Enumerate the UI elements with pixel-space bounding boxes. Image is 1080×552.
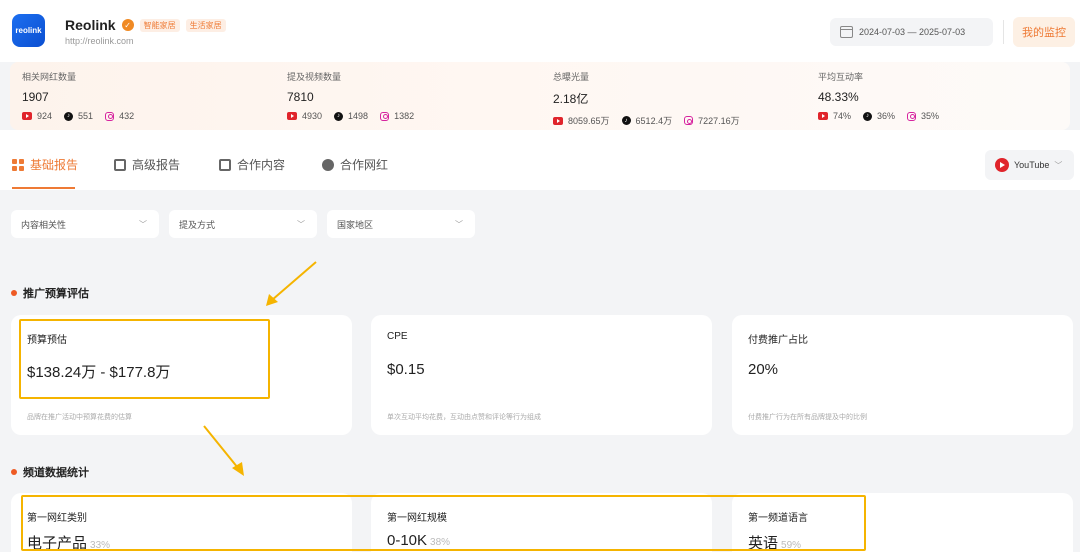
stat-label: 相关网红数量 [22,72,77,82]
tab-label: 合作内容 [237,158,286,172]
section-title-budget: 推广预算评估 [11,285,89,301]
stat-engagement: 平均互动率 48.33% 74% ♪ 36% 35% [818,70,947,121]
stat-label: 总曝光量 [553,72,590,82]
youtube-count: 74% [833,111,852,121]
section-title-channel: 频道数据统计 [11,464,89,480]
stats-panel: 相关网红数量 1907 924 ♪ 551 432 提及视频数量 7810 493… [10,62,1070,130]
card-cpe: CPE $0.15 单次互动平均花费，互动由点赞和评论等行为组成 [371,315,712,435]
youtube-icon [995,158,1009,172]
calendar-icon [840,26,853,38]
tiktok-icon: ♪ [863,111,873,121]
card-value: $0.15 [387,361,425,378]
card-desc: 付费推广行为在所有品牌提及中的比例 [748,414,867,421]
arrow-annotation-channel [203,425,244,476]
header: reolink Reolink ✓ 智能家居 生活家居 http://reoli… [0,0,1080,62]
tiktok-count: 6512.4万 [635,116,673,126]
brand-title: Reolink ✓ 智能家居 生活家居 [65,17,226,33]
chevron-down-icon: ﹀ [1054,160,1063,170]
youtube-icon [553,116,563,125]
instagram-icon [105,111,115,121]
card-desc: 单次互动平均花费，互动由点赞和评论等行为组成 [387,414,541,421]
platform-select-value: YouTube [1014,160,1050,170]
user-icon [322,158,334,171]
date-range-picker[interactable]: 2024-07-03 — 2025-07-03 [830,18,993,46]
tiktok-icon: ♪ [621,116,631,125]
content-icon [219,158,231,171]
tab-collab-influencers[interactable]: 合作网红 [322,156,388,173]
report-tabs: 基础报告 高级报告 合作内容 合作网红 YouTube ﹀ [0,130,1080,190]
filter-mention-type[interactable]: 提及方式 ﹀ [169,210,317,238]
filter-label: 国家地区 [337,219,374,230]
chevron-down-icon: ﹀ [455,219,463,229]
card-label: CPE [387,331,408,342]
card-paid-share: 付费推广占比 20% 付费推广行为在所有品牌提及中的比例 [732,315,1073,435]
tiktok-count: 36% [877,111,896,121]
date-range-text: 2024-07-03 — 2025-07-03 [859,27,966,37]
brand-name: Reolink [65,17,116,33]
stat-value: 1907 [22,90,49,104]
tiktok-icon: ♪ [334,111,344,121]
instagram-count: 1382 [394,111,415,121]
stat-platforms: 4930 ♪ 1498 1382 [287,111,422,121]
tab-label: 基础报告 [30,158,79,172]
brand-url[interactable]: http://reolink.com [65,36,134,46]
instagram-count: 7227.16万 [698,116,740,126]
youtube-count: 8059.65万 [568,116,610,126]
stat-videos: 提及视频数量 7810 4930 ♪ 1498 1382 [287,70,422,121]
instagram-count: 35% [921,111,940,121]
stat-value: 2.18亿 [553,92,589,106]
active-tab-indicator [12,187,75,189]
youtube-count: 924 [37,111,53,121]
stat-value: 7810 [287,90,314,104]
stat-label: 平均互动率 [818,72,864,82]
filter-country[interactable]: 国家地区 ﹀ [327,210,475,238]
youtube-icon [287,112,297,120]
chart-icon [114,158,126,171]
stat-influencers: 相关网红数量 1907 924 ♪ 551 432 [22,70,142,121]
instagram-count: 432 [119,111,135,121]
stat-platforms: 8059.65万 ♪ 6512.4万 7227.16万 [553,114,748,127]
card-value: 20% [748,361,779,378]
card-desc: 品牌在推广活动中预算花费的估算 [27,414,132,421]
bullet-dot [11,290,17,296]
stat-platforms: 74% ♪ 36% 35% [818,111,947,121]
youtube-count: 4930 [302,111,323,121]
highlight-box-budget [19,319,270,399]
tiktok-count: 551 [78,111,94,121]
platform-select[interactable]: YouTube ﹀ [985,150,1074,180]
youtube-icon [22,112,32,120]
verified-icon: ✓ [121,19,134,31]
tiktok-icon: ♪ [64,111,74,121]
grid-icon [12,158,24,171]
header-divider [1003,20,1004,44]
tab-label: 高级报告 [132,158,181,172]
stat-value: 48.33% [818,90,859,104]
instagram-icon [684,116,694,125]
tag-living-home: 生活家居 [185,18,226,32]
tiktok-count: 1498 [348,111,369,121]
filter-relevance[interactable]: 内容相关性 ﹀ [11,210,159,238]
tag-smart-home: 智能家居 [139,18,180,32]
tab-basic-report[interactable]: 基础报告 [12,156,78,173]
stat-exposure: 总曝光量 2.18亿 8059.65万 ♪ 6512.4万 7227.16万 [553,70,748,127]
brand-logo: reolink [12,14,45,47]
stat-platforms: 924 ♪ 551 432 [22,111,142,121]
tab-label: 合作网红 [340,158,389,172]
chevron-down-icon: ﹀ [139,219,147,229]
stat-label: 提及视频数量 [287,72,342,82]
instagram-icon [380,111,390,121]
instagram-icon [907,111,917,121]
youtube-icon [818,112,828,120]
card-label: 付费推广占比 [748,335,808,346]
filter-label: 内容相关性 [21,219,67,230]
arrow-annotation-budget [266,261,317,306]
bullet-dot [11,469,17,475]
tab-advanced-report[interactable]: 高级报告 [114,156,180,173]
highlight-box-channel [21,495,866,551]
tab-collab-content[interactable]: 合作内容 [219,156,285,173]
filter-label: 提及方式 [179,219,216,230]
chevron-down-icon: ﹀ [297,219,305,229]
my-monitor-button[interactable]: 我的监控 [1013,17,1075,47]
